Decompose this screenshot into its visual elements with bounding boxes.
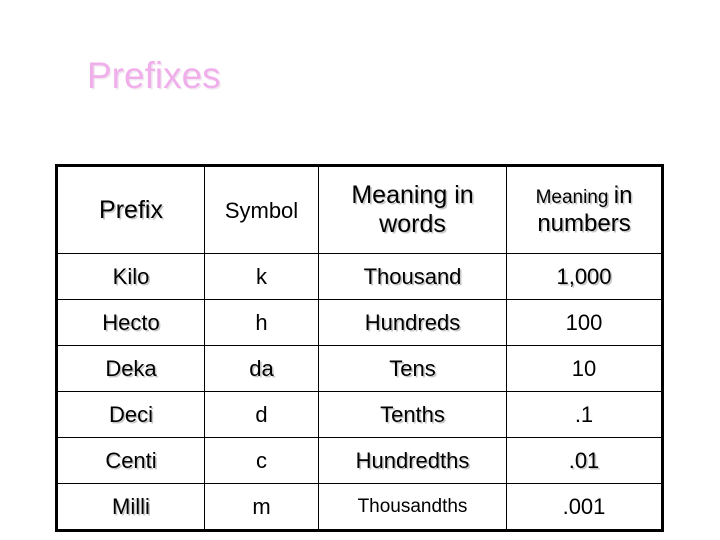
cell-words: Hundreds [318, 299, 507, 346]
cell-symbol: k [204, 253, 319, 300]
cell-numbers: 10 [506, 345, 663, 392]
table-row: Kilo k Thousand 1,000 [56, 253, 663, 300]
cell-symbol: da [204, 345, 319, 392]
column-header-meaning-in-numbers-line1: Meaning in [507, 182, 661, 210]
cell-words: Thousandths [318, 483, 507, 531]
cell-numbers: 1,000 [506, 253, 663, 300]
table-header-row: Prefix Symbol Meaning in words Meaning i… [56, 165, 663, 254]
page-title: Prefixes [87, 55, 221, 96]
column-header-meaning-word: Meaning [535, 186, 609, 208]
prefix-table-container: Prefix Symbol Meaning in words Meaning i… [55, 164, 664, 532]
column-header-meaning-in-words: Meaning in words [318, 165, 507, 254]
cell-symbol: c [204, 437, 319, 484]
column-header-meaning-in-numbers: Meaning in numbers [506, 165, 663, 254]
cell-numbers: .01 [506, 437, 663, 484]
column-header-meaning-in-words-line2: words [379, 210, 446, 238]
table-row: Hecto h Hundreds 100 [56, 299, 663, 346]
column-header-symbol: Symbol [204, 165, 319, 254]
column-header-meaning-in-words-line1: Meaning in [351, 180, 474, 209]
column-header-prefix: Prefix [56, 165, 205, 254]
cell-prefix: Centi [56, 437, 205, 484]
cell-words: Tenths [318, 391, 507, 438]
cell-prefix: Deka [56, 345, 205, 392]
column-header-meaning-in-word: in [613, 181, 633, 209]
cell-symbol: d [204, 391, 319, 438]
table-row: Milli m Thousandths .001 [56, 483, 663, 531]
cell-prefix: Deci [56, 391, 205, 438]
cell-numbers: 100 [506, 299, 663, 346]
prefix-table: Prefix Symbol Meaning in words Meaning i… [55, 164, 664, 532]
cell-symbol: h [204, 299, 319, 346]
table-row: Deka da Tens 10 [56, 345, 663, 392]
cell-numbers: .001 [506, 483, 663, 531]
cell-prefix: Milli [56, 483, 205, 531]
column-header-meaning-in-numbers-line2: numbers [537, 210, 631, 237]
cell-words: Hundredths [318, 437, 507, 484]
table-row: Centi c Hundredths .01 [56, 437, 663, 484]
table-row: Deci d Tenths .1 [56, 391, 663, 438]
cell-symbol: m [204, 483, 319, 531]
cell-words: Tens [318, 345, 507, 392]
cell-numbers: .1 [506, 391, 663, 438]
cell-words: Thousand [318, 253, 507, 300]
cell-prefix: Hecto [56, 299, 205, 346]
cell-prefix: Kilo [56, 253, 205, 300]
slide-canvas: Prefixes Prefix Symbol Meaning in words [0, 0, 720, 540]
